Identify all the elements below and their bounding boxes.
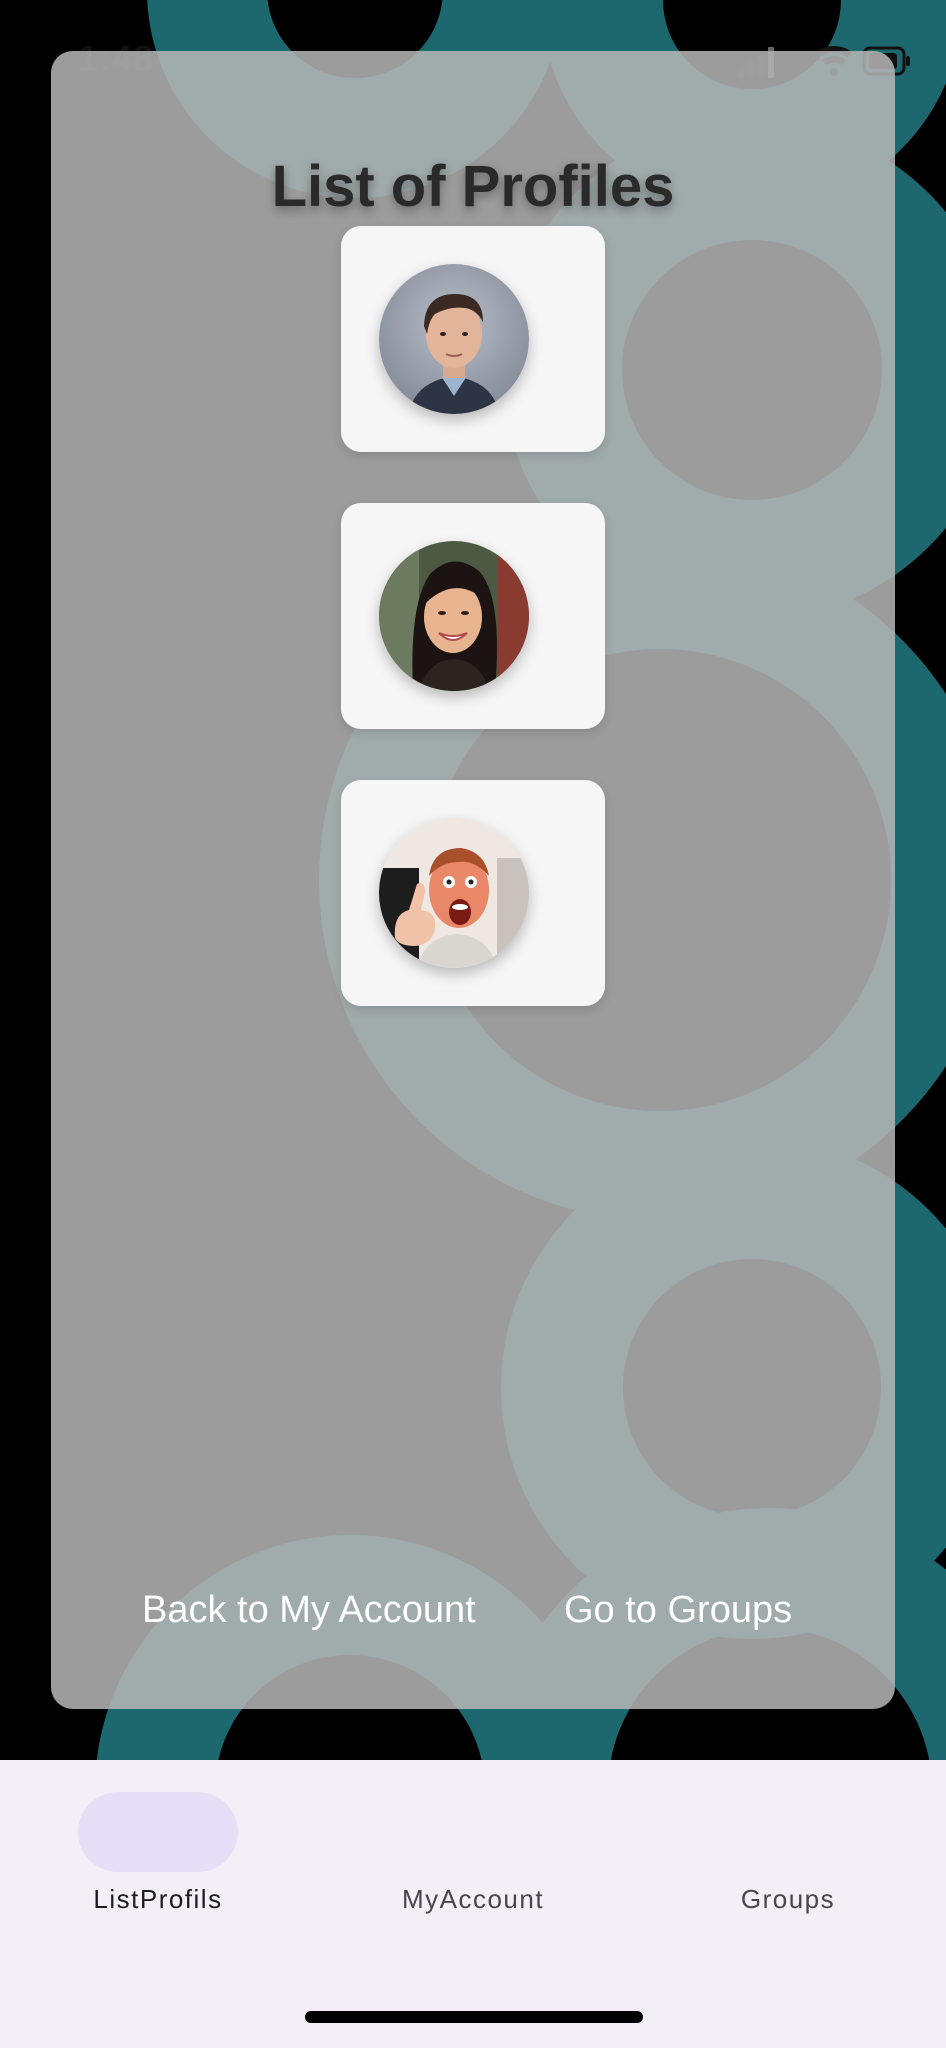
profile-card-3[interactable] bbox=[341, 780, 605, 1006]
profile-avatar-2 bbox=[379, 541, 529, 691]
nav-item-myaccount[interactable]: MyAccount bbox=[315, 1760, 631, 1920]
page-title: List of Profiles bbox=[271, 154, 675, 219]
nav-label-listprofils: ListProfils bbox=[93, 1884, 223, 1914]
profile-photo-man-thumbs-up-icon bbox=[379, 818, 529, 968]
profile-photo-woman-smiling-icon bbox=[379, 541, 529, 691]
go-to-groups-link[interactable]: Go to Groups bbox=[564, 1589, 792, 1632]
nav-active-indicator bbox=[78, 1792, 238, 1872]
nav-label-groups: Groups bbox=[740, 1884, 836, 1914]
back-to-my-account-link[interactable]: Back to My Account bbox=[142, 1589, 476, 1632]
bottom-navigation: ListProfils MyAccount Groups bbox=[0, 1760, 946, 2048]
profile-card-1[interactable] bbox=[341, 226, 605, 452]
nav-label-myaccount: MyAccount bbox=[401, 1884, 545, 1914]
nav-item-groups[interactable]: Groups bbox=[630, 1760, 946, 1920]
profile-avatar-1 bbox=[379, 264, 529, 414]
profile-card-2[interactable] bbox=[341, 503, 605, 729]
profile-photo-man-suit-icon bbox=[379, 264, 529, 414]
content-card: List of Profiles Back to My Account Go t… bbox=[51, 51, 895, 1709]
nav-item-listprofils[interactable]: ListProfils bbox=[0, 1760, 316, 1920]
home-indicator[interactable] bbox=[305, 2011, 643, 2023]
profile-avatar-3 bbox=[379, 818, 529, 968]
